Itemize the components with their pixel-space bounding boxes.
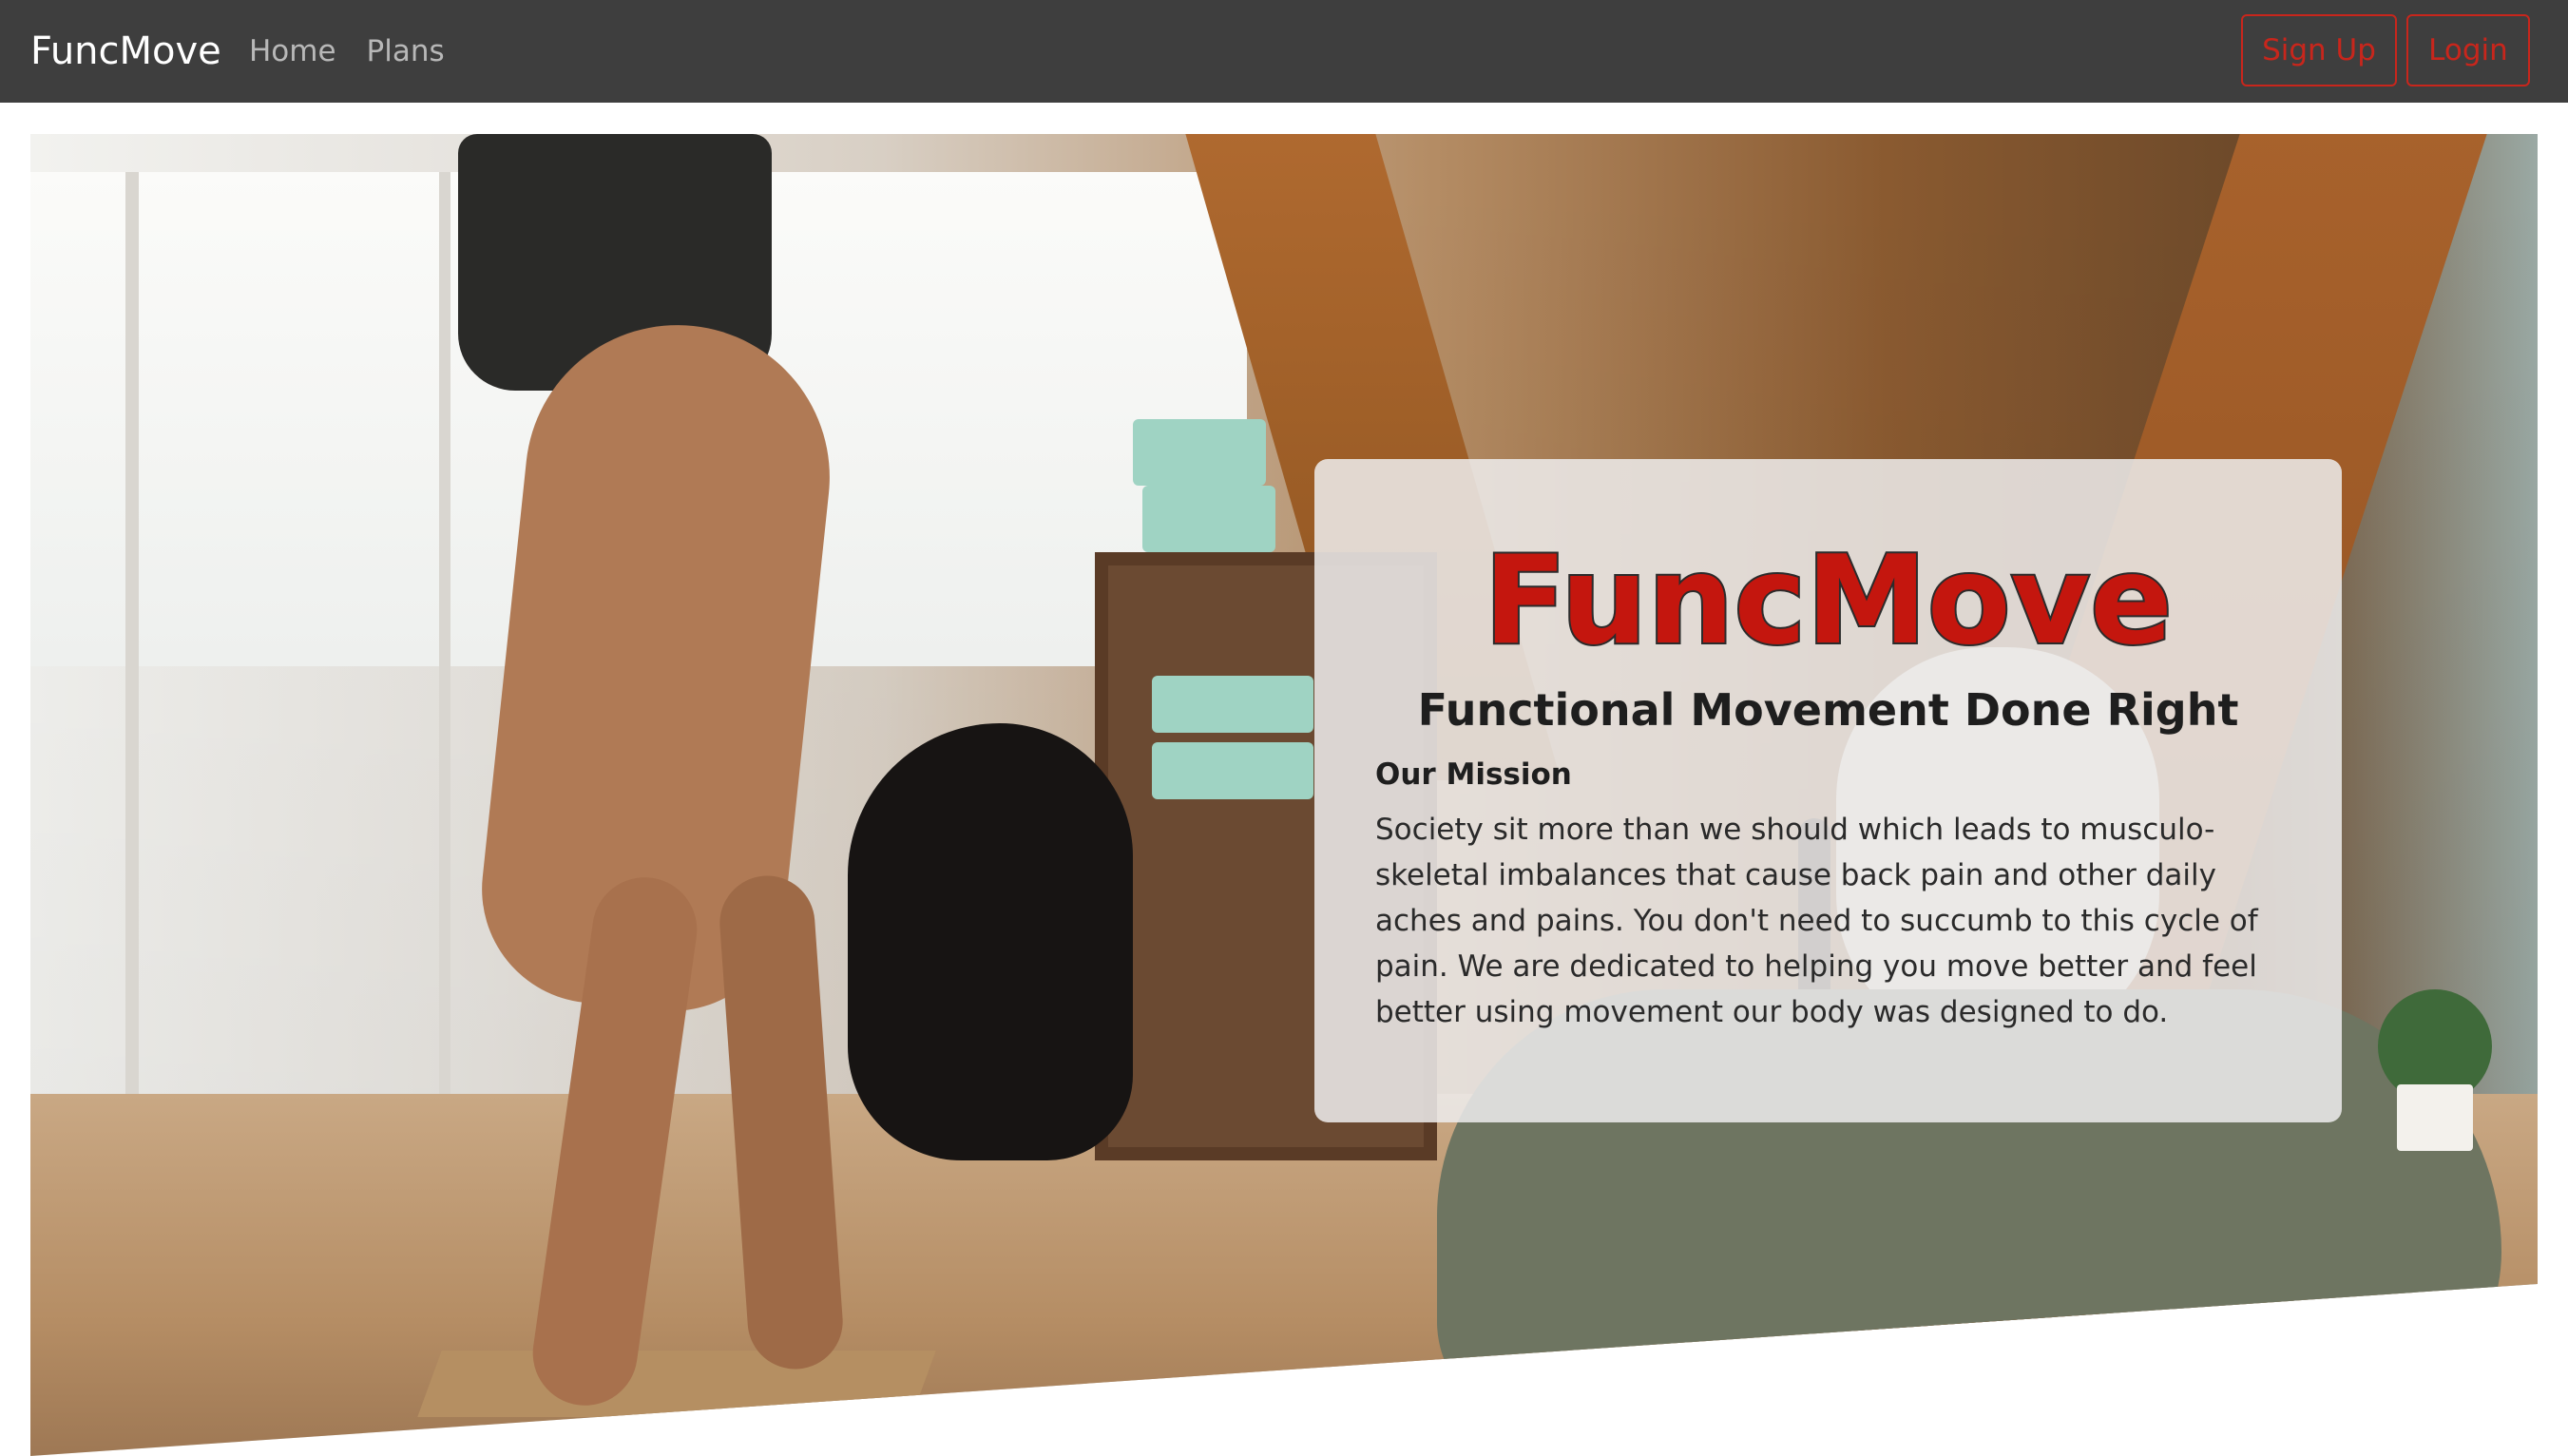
yoga-block bbox=[1152, 676, 1313, 733]
nav-link-home[interactable]: Home bbox=[249, 29, 336, 74]
mission-heading: Our Mission bbox=[1375, 757, 1572, 792]
hero-section: FuncMove Functional Movement Done Right … bbox=[30, 134, 2538, 1456]
yoga-block bbox=[1152, 742, 1313, 799]
hero-subtitle: Functional Movement Done Right bbox=[1417, 684, 2239, 736]
hero-title: FuncMove bbox=[1482, 530, 2175, 672]
yoga-mat bbox=[417, 1351, 936, 1417]
brand-logo-link[interactable]: FuncMove bbox=[30, 25, 221, 78]
window-frame bbox=[125, 172, 139, 1122]
top-navbar: FuncMove Home Plans Sign Up Login bbox=[0, 0, 2568, 103]
login-button[interactable]: Login bbox=[2406, 14, 2530, 86]
nav-links: Home Plans bbox=[249, 29, 445, 74]
window-frame bbox=[439, 172, 450, 1122]
yoga-block bbox=[1142, 486, 1275, 552]
nav-link-plans[interactable]: Plans bbox=[367, 29, 445, 74]
sign-up-button[interactable]: Sign Up bbox=[2241, 14, 2397, 86]
mission-text: Society sit more than we should which le… bbox=[1375, 813, 2258, 1029]
person-handstand bbox=[848, 723, 1133, 1160]
mission-card: FuncMove Functional Movement Done Right … bbox=[1314, 459, 2342, 1122]
yoga-block bbox=[1133, 419, 1266, 486]
plant-pot bbox=[2397, 1084, 2473, 1151]
